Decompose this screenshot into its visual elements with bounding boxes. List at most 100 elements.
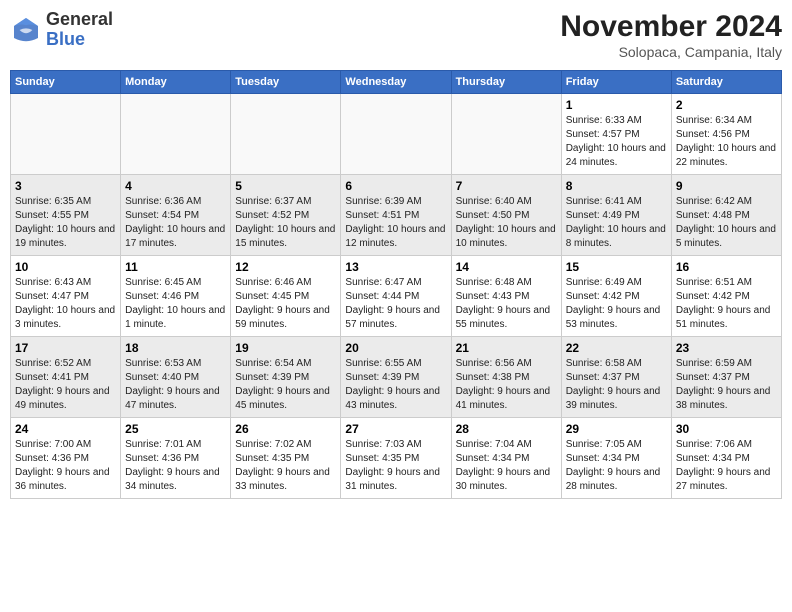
calendar-week-row: 1 Sunrise: 6:33 AM Sunset: 4:57 PM Daylig… <box>11 94 782 175</box>
calendar-cell: 11 Sunrise: 6:45 AM Sunset: 4:46 PM Dayli… <box>121 256 231 337</box>
calendar-week-row: 24Sunrise: 7:00 AM Sunset: 4:36 PM Dayli… <box>11 418 782 499</box>
day-of-week-header: Saturday <box>671 71 781 94</box>
calendar-cell: 5 Sunrise: 6:37 AM Sunset: 4:52 PM Daylig… <box>231 175 341 256</box>
day-info: Sunrise: 6:56 AM Sunset: 4:38 PM Dayligh… <box>456 357 557 413</box>
logo-text: General Blue <box>46 10 113 50</box>
calendar-cell: 10 Sunrise: 6:43 AM Sunset: 4:47 PM Dayli… <box>11 256 121 337</box>
day-info: Sunrise: 6:33 AM Sunset: 4:57 PM Dayligh… <box>566 114 667 170</box>
day-info: Sunrise: 6:42 AM Sunset: 4:48 PM Dayligh… <box>676 195 777 251</box>
day-info: Sunrise: 6:45 AM Sunset: 4:46 PM Dayligh… <box>125 276 226 332</box>
day-info: Sunrise: 7:00 AM Sunset: 4:36 PM Dayligh… <box>15 438 116 494</box>
day-info: Sunrise: 6:39 AM Sunset: 4:51 PM Dayligh… <box>345 195 446 251</box>
day-info: Sunrise: 6:49 AM Sunset: 4:42 PM Dayligh… <box>566 276 667 332</box>
day-number: 27 <box>345 422 446 436</box>
calendar-header-row: SundayMondayTuesdayWednesdayThursdayFrid… <box>11 71 782 94</box>
calendar-cell: 8 Sunrise: 6:41 AM Sunset: 4:49 PM Daylig… <box>561 175 671 256</box>
day-info: Sunrise: 6:59 AM Sunset: 4:37 PM Dayligh… <box>676 357 777 413</box>
day-info: Sunrise: 6:41 AM Sunset: 4:49 PM Dayligh… <box>566 195 667 251</box>
day-info: Sunrise: 6:37 AM Sunset: 4:52 PM Dayligh… <box>235 195 336 251</box>
day-number: 3 <box>15 179 116 193</box>
day-info: Sunrise: 7:02 AM Sunset: 4:35 PM Dayligh… <box>235 438 336 494</box>
calendar-cell: 17 Sunrise: 6:52 AM Sunset: 4:41 PM Dayli… <box>11 337 121 418</box>
day-number: 25 <box>125 422 226 436</box>
calendar-cell <box>231 94 341 175</box>
calendar-cell: 23 Sunrise: 6:59 AM Sunset: 4:37 PM Dayli… <box>671 337 781 418</box>
day-info: Sunrise: 6:43 AM Sunset: 4:47 PM Dayligh… <box>15 276 116 332</box>
day-number: 19 <box>235 341 336 355</box>
day-info: Sunrise: 6:34 AM Sunset: 4:56 PM Dayligh… <box>676 114 777 170</box>
day-info: Sunrise: 6:53 AM Sunset: 4:40 PM Dayligh… <box>125 357 226 413</box>
day-number: 2 <box>676 98 777 112</box>
day-info: Sunrise: 7:01 AM Sunset: 4:36 PM Dayligh… <box>125 438 226 494</box>
day-number: 16 <box>676 260 777 274</box>
calendar-cell: 24Sunrise: 7:00 AM Sunset: 4:36 PM Dayli… <box>11 418 121 499</box>
calendar-cell: 6 Sunrise: 6:39 AM Sunset: 4:51 PM Daylig… <box>341 175 451 256</box>
day-number: 29 <box>566 422 667 436</box>
day-of-week-header: Friday <box>561 71 671 94</box>
day-number: 15 <box>566 260 667 274</box>
day-of-week-header: Wednesday <box>341 71 451 94</box>
day-number: 1 <box>566 98 667 112</box>
day-info: Sunrise: 7:06 AM Sunset: 4:34 PM Dayligh… <box>676 438 777 494</box>
calendar-cell: 13Sunrise: 6:47 AM Sunset: 4:44 PM Dayli… <box>341 256 451 337</box>
day-number: 17 <box>15 341 116 355</box>
calendar-cell: 29 Sunrise: 7:05 AM Sunset: 4:34 PM Dayli… <box>561 418 671 499</box>
day-info: Sunrise: 7:03 AM Sunset: 4:35 PM Dayligh… <box>345 438 446 494</box>
calendar-cell <box>11 94 121 175</box>
day-number: 21 <box>456 341 557 355</box>
day-number: 8 <box>566 179 667 193</box>
logo-icon <box>10 14 42 46</box>
calendar-cell: 26 Sunrise: 7:02 AM Sunset: 4:35 PM Dayli… <box>231 418 341 499</box>
calendar-cell: 30Sunrise: 7:06 AM Sunset: 4:34 PM Dayli… <box>671 418 781 499</box>
day-info: Sunrise: 6:52 AM Sunset: 4:41 PM Dayligh… <box>15 357 116 413</box>
day-info: Sunrise: 6:35 AM Sunset: 4:55 PM Dayligh… <box>15 195 116 251</box>
day-info: Sunrise: 7:05 AM Sunset: 4:34 PM Dayligh… <box>566 438 667 494</box>
calendar-cell: 22Sunrise: 6:58 AM Sunset: 4:37 PM Dayli… <box>561 337 671 418</box>
month-title: November 2024 <box>560 10 782 44</box>
day-number: 28 <box>456 422 557 436</box>
day-number: 11 <box>125 260 226 274</box>
calendar-cell: 20Sunrise: 6:55 AM Sunset: 4:39 PM Dayli… <box>341 337 451 418</box>
day-number: 9 <box>676 179 777 193</box>
day-of-week-header: Thursday <box>451 71 561 94</box>
calendar-cell: 18Sunrise: 6:53 AM Sunset: 4:40 PM Dayli… <box>121 337 231 418</box>
day-number: 10 <box>15 260 116 274</box>
day-of-week-header: Monday <box>121 71 231 94</box>
day-info: Sunrise: 6:58 AM Sunset: 4:37 PM Dayligh… <box>566 357 667 413</box>
calendar-week-row: 17 Sunrise: 6:52 AM Sunset: 4:41 PM Dayli… <box>11 337 782 418</box>
calendar-cell: 15 Sunrise: 6:49 AM Sunset: 4:42 PM Dayli… <box>561 256 671 337</box>
calendar-cell: 28Sunrise: 7:04 AM Sunset: 4:34 PM Dayli… <box>451 418 561 499</box>
location-subtitle: Solopaca, Campania, Italy <box>560 44 782 60</box>
calendar-cell <box>121 94 231 175</box>
day-number: 6 <box>345 179 446 193</box>
calendar-cell: 16 Sunrise: 6:51 AM Sunset: 4:42 PM Dayli… <box>671 256 781 337</box>
calendar-cell: 12 Sunrise: 6:46 AM Sunset: 4:45 PM Dayli… <box>231 256 341 337</box>
calendar-cell <box>451 94 561 175</box>
day-of-week-header: Sunday <box>11 71 121 94</box>
day-info: Sunrise: 6:46 AM Sunset: 4:45 PM Dayligh… <box>235 276 336 332</box>
calendar-cell: 2 Sunrise: 6:34 AM Sunset: 4:56 PM Daylig… <box>671 94 781 175</box>
day-of-week-header: Tuesday <box>231 71 341 94</box>
calendar-cell: 4Sunrise: 6:36 AM Sunset: 4:54 PM Daylig… <box>121 175 231 256</box>
page-header: General Blue November 2024 Solopaca, Cam… <box>10 10 782 60</box>
day-number: 5 <box>235 179 336 193</box>
day-info: Sunrise: 6:51 AM Sunset: 4:42 PM Dayligh… <box>676 276 777 332</box>
calendar-cell: 19Sunrise: 6:54 AM Sunset: 4:39 PM Dayli… <box>231 337 341 418</box>
day-number: 7 <box>456 179 557 193</box>
day-info: Sunrise: 6:40 AM Sunset: 4:50 PM Dayligh… <box>456 195 557 251</box>
calendar-cell: 9 Sunrise: 6:42 AM Sunset: 4:48 PM Daylig… <box>671 175 781 256</box>
day-number: 26 <box>235 422 336 436</box>
day-number: 23 <box>676 341 777 355</box>
calendar-cell: 3 Sunrise: 6:35 AM Sunset: 4:55 PM Daylig… <box>11 175 121 256</box>
calendar-cell: 14 Sunrise: 6:48 AM Sunset: 4:43 PM Dayli… <box>451 256 561 337</box>
day-info: Sunrise: 6:48 AM Sunset: 4:43 PM Dayligh… <box>456 276 557 332</box>
calendar-week-row: 3 Sunrise: 6:35 AM Sunset: 4:55 PM Daylig… <box>11 175 782 256</box>
day-number: 12 <box>235 260 336 274</box>
calendar-cell: 7 Sunrise: 6:40 AM Sunset: 4:50 PM Daylig… <box>451 175 561 256</box>
title-area: November 2024 Solopaca, Campania, Italy <box>560 10 782 60</box>
calendar-cell: 25 Sunrise: 7:01 AM Sunset: 4:36 PM Dayli… <box>121 418 231 499</box>
calendar-cell: 27 Sunrise: 7:03 AM Sunset: 4:35 PM Dayli… <box>341 418 451 499</box>
day-number: 14 <box>456 260 557 274</box>
day-info: Sunrise: 6:47 AM Sunset: 4:44 PM Dayligh… <box>345 276 446 332</box>
calendar-week-row: 10 Sunrise: 6:43 AM Sunset: 4:47 PM Dayli… <box>11 256 782 337</box>
